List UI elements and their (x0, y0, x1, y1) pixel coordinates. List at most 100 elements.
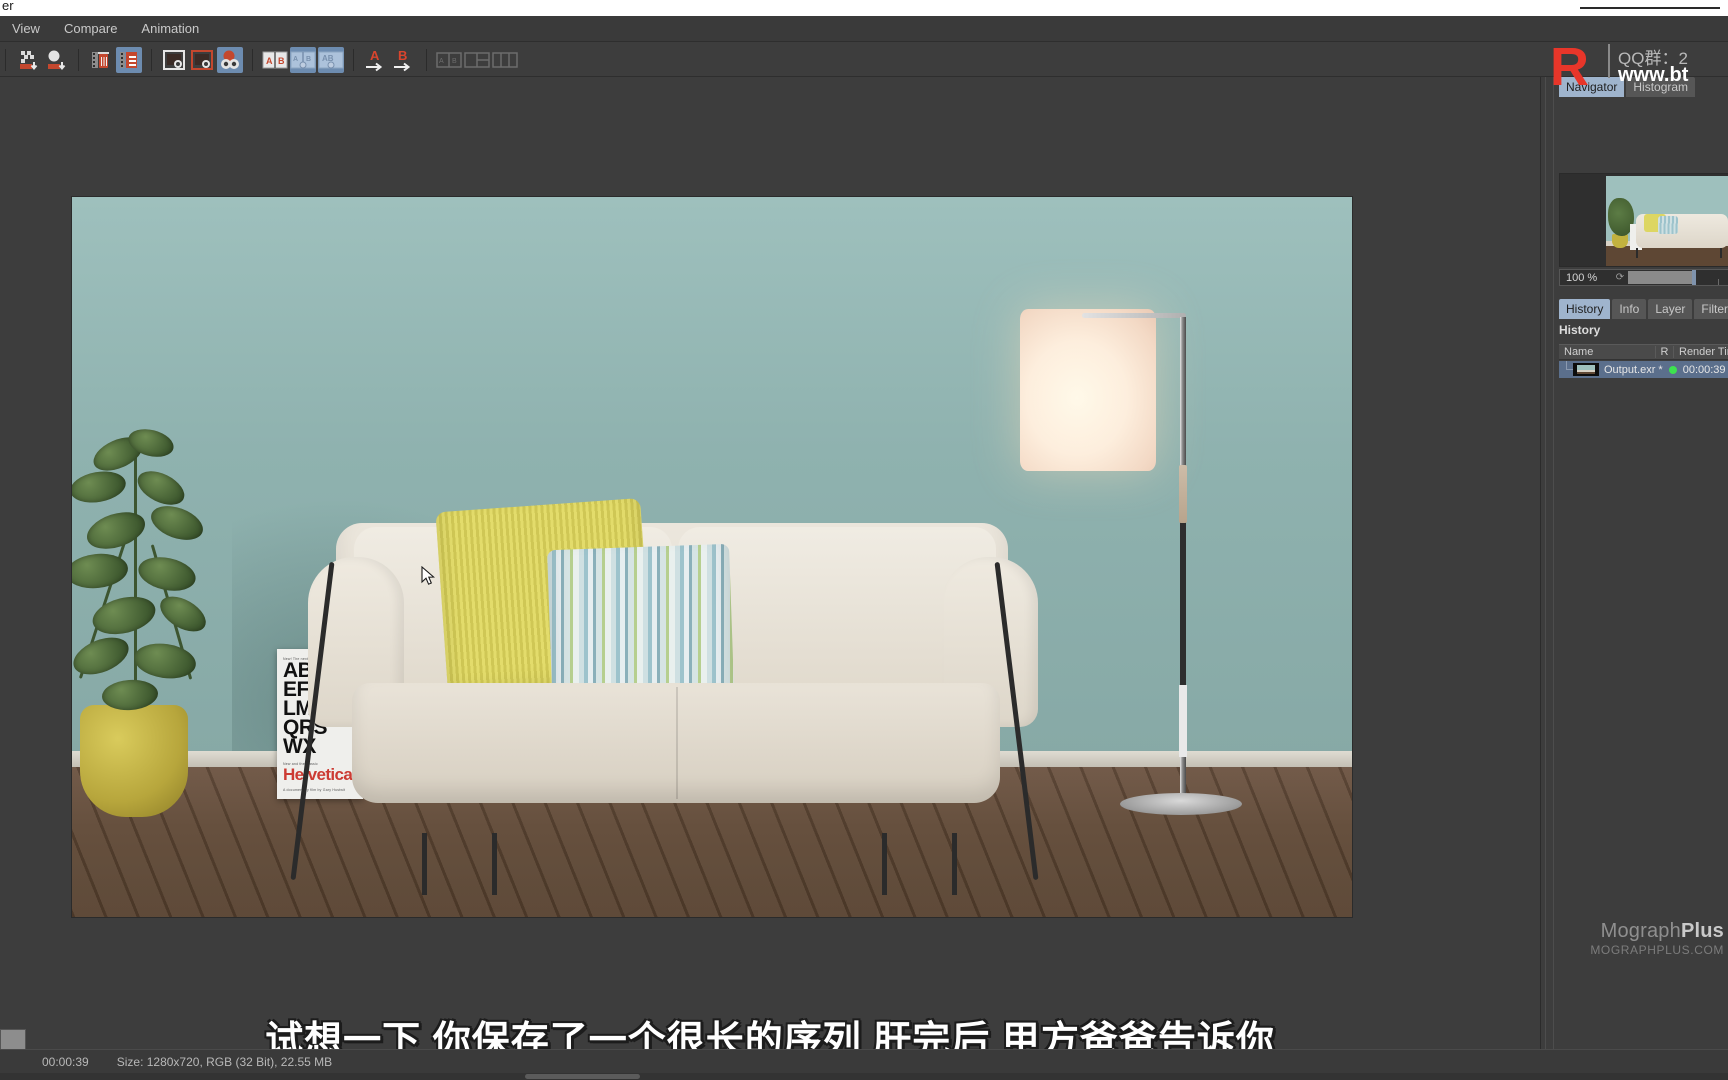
toolbar-separator (151, 48, 152, 71)
zoom-slider[interactable] (1628, 270, 1728, 285)
layout-grid-icon (464, 51, 490, 68)
navigator-thumbnail (1606, 176, 1728, 266)
titlebar-rule (1580, 7, 1720, 9)
panel-divider-inner[interactable] (1553, 77, 1554, 1049)
status-render-time: 00:00:39 (42, 1054, 89, 1069)
subtitle: 试想一下 你保存了一个很长的序列 肝完后 甲方爸爸告诉你 改变下这个抱枕的颜色或… (0, 1017, 1540, 1049)
qq-site-line: www.bt (1618, 64, 1689, 86)
toolbar-group-layout: A B (430, 47, 524, 73)
frame-red-camera-icon (191, 49, 213, 70)
clear-buffer-button[interactable] (88, 47, 114, 73)
tab-history[interactable]: History (1559, 299, 1611, 319)
toolbar-group-view-modes (155, 46, 249, 73)
qq-watermark: R QQ群：2 www.bt (1538, 40, 1728, 96)
move-to-buffer-b-button[interactable] (43, 47, 69, 73)
zoom-spinner-icon[interactable]: ⟳ (1612, 270, 1628, 285)
application-window: er View Compare Animation A B A B AB A B… (0, 0, 1728, 1080)
mograph-watermark-url: MOGRAPHPLUS.COM (1590, 943, 1724, 957)
mograph-name-bold: Plus (1680, 920, 1724, 942)
plant (72, 422, 252, 722)
scrollbar-thumb[interactable] (525, 1074, 640, 1079)
svg-text:B: B (452, 58, 457, 65)
sofa (290, 498, 1042, 895)
toolbar-separator (353, 48, 354, 71)
status-image-info: Size: 1280x720, RGB (32 Bit), 22.55 MB (116, 1054, 333, 1069)
tab-filter[interactable]: Filter (1694, 299, 1728, 319)
window-title: er (2, 0, 14, 13)
ab-overlay-icon: AB (318, 51, 344, 68)
assign-b-button[interactable]: B (391, 47, 417, 73)
zoom-slider-fill (1628, 271, 1692, 284)
layout-split-icon (492, 51, 518, 68)
frame-white-camera-icon (163, 49, 185, 70)
lamp-pole-dark-section (1180, 517, 1186, 687)
zoom-slider-knob[interactable] (1691, 270, 1696, 285)
tab-layer[interactable]: Layer (1648, 299, 1693, 319)
sofa-leg-1 (422, 833, 427, 895)
svg-text:A: A (266, 56, 273, 66)
view-b-button[interactable] (189, 47, 215, 73)
b-arrow-icon: B (394, 48, 411, 71)
lamp-pole-wood-section (1179, 465, 1187, 523)
status-bar: 00:00:39 Size: 1280x720, RGB (32 Bit), 2… (0, 1049, 1728, 1073)
move-to-buffer-a-button[interactable] (15, 47, 41, 73)
layout-grid-button[interactable] (464, 47, 490, 73)
history-table-header: Name R Render Time (1559, 344, 1728, 360)
column-header-r[interactable]: R (1655, 346, 1673, 358)
history-panel-title: History (1559, 323, 1601, 337)
zoom-value: 100 % (1566, 271, 1598, 284)
column-header-render-time[interactable]: Render Time (1673, 346, 1728, 358)
ab-split-icon: A B (262, 51, 288, 68)
navigator-preview[interactable] (1559, 173, 1728, 267)
sofa-leg-2 (492, 833, 497, 895)
tab-info[interactable]: Info (1612, 299, 1647, 319)
svg-text:A: A (370, 48, 380, 63)
navigator-zoom-control[interactable]: 100 % ⟳ (1559, 269, 1728, 286)
menu-item-compare[interactable]: Compare (52, 16, 129, 42)
compare-side-by-side-button[interactable]: A B (262, 47, 288, 73)
svg-text:A: A (293, 56, 298, 63)
stack-buffer-button[interactable] (116, 46, 142, 73)
lamp-base (1120, 793, 1242, 815)
sofa-leg-4 (952, 833, 957, 895)
right-panel: Navigator Histogram 100 % ⟳ History Info… (1540, 77, 1728, 1049)
view-blend-button[interactable] (217, 46, 243, 73)
mograph-name: Mograph (1600, 920, 1681, 942)
horizontal-scrollbar[interactable] (0, 1073, 1728, 1080)
table-row[interactable]: Output.exr * 00:00:39 (1559, 361, 1728, 378)
column-header-name[interactable]: Name (1559, 346, 1655, 358)
zoom-slider-tick (1718, 279, 1720, 285)
history-row-render-time: 00:00:39 (1682, 363, 1726, 376)
lamp-shade (1020, 309, 1156, 471)
layout-two-up-icon: A B (436, 51, 462, 68)
subtitle-line-1: 试想一下 你保存了一个很长的序列 肝完后 甲方爸爸告诉你 (265, 1020, 1275, 1049)
svg-text:B: B (278, 56, 285, 66)
tree-connector-icon (1559, 361, 1573, 378)
timeline-marker[interactable]: 1:00:00:39 (0, 1029, 26, 1049)
toolbar: A B A B AB A B A B (0, 43, 1728, 77)
svg-text:A: A (439, 58, 444, 65)
grid-arrow-down-icon (20, 50, 38, 70)
menu-item-view[interactable]: View (0, 16, 52, 42)
sofa-leg-3 (882, 833, 887, 895)
svg-text:B: B (306, 56, 311, 63)
lamp-arm (1082, 313, 1186, 318)
assign-a-button[interactable]: A (363, 47, 389, 73)
menu-item-animation[interactable]: Animation (129, 16, 211, 42)
trash-filmstrip-icon (92, 51, 109, 68)
watermark-divider (1608, 44, 1610, 78)
image-viewport[interactable]: New! The next generation typeface ABC EF… (0, 77, 1540, 1049)
panel-divider-outer[interactable] (1545, 77, 1546, 1049)
layout-two-up-button[interactable]: A B (436, 47, 462, 73)
compare-vertical-button[interactable]: A B (290, 46, 316, 73)
compare-overlay-button[interactable]: AB (318, 46, 344, 73)
rendered-image[interactable]: New! The next generation typeface ABC EF… (72, 197, 1352, 917)
view-a-button[interactable] (161, 47, 187, 73)
mograph-watermark: MographPlus MOGRAPHPLUS.COM (1542, 920, 1724, 957)
sofa-seat-divider (676, 687, 678, 799)
history-tabs: History Info Layer Filter St (1559, 299, 1728, 319)
layout-split-button[interactable] (492, 47, 518, 73)
toolbar-group-transfer (9, 47, 75, 73)
menu-bar: View Compare Animation (0, 16, 1728, 42)
file-thumbnail-icon (1573, 363, 1599, 376)
